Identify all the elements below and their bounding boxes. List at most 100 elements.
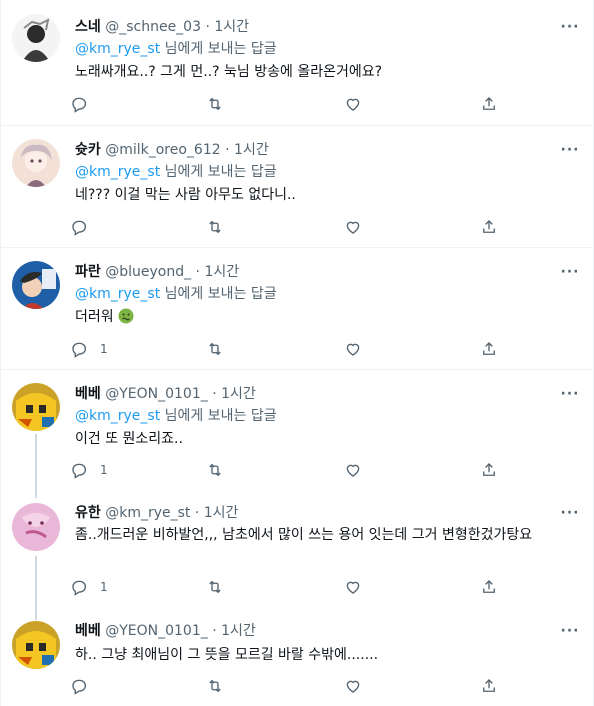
tweet-text: 이건 또 뭔소리죠.. bbox=[75, 431, 183, 447]
retweet-button[interactable] bbox=[206, 577, 224, 597]
separator-dot: · bbox=[212, 386, 217, 402]
more-icon[interactable]: ··· bbox=[560, 622, 580, 640]
retweet-button[interactable] bbox=[206, 339, 224, 359]
tweet-item[interactable]: 유한 @km_rye_st · 1시간 ··· 좀..개드러운 비하발언,,, … bbox=[0, 493, 594, 615]
share-button[interactable] bbox=[480, 577, 498, 597]
author-name[interactable]: 베베 bbox=[75, 386, 101, 402]
mention-link[interactable]: @km_rye_st bbox=[75, 408, 160, 424]
author-handle[interactable]: @km_rye_st bbox=[105, 505, 190, 521]
more-icon[interactable]: ··· bbox=[560, 141, 580, 159]
author-handle[interactable]: @blueyond_ bbox=[105, 264, 191, 280]
reply-button[interactable]: 1 bbox=[70, 460, 108, 480]
author-name[interactable]: 스네 bbox=[75, 19, 101, 35]
author-handle[interactable]: @YEON_0101_ bbox=[105, 386, 208, 402]
avatar[interactable] bbox=[12, 139, 60, 187]
avatar[interactable] bbox=[12, 383, 60, 431]
author-handle[interactable]: @_schnee_03 bbox=[105, 19, 201, 35]
timestamp[interactable]: 1시간 bbox=[221, 623, 256, 639]
separator-dot: · bbox=[194, 505, 200, 521]
reply-context-suffix: 님에게 보내는 답글 bbox=[160, 408, 277, 424]
avatar[interactable] bbox=[12, 14, 60, 62]
reply-icon bbox=[72, 580, 87, 596]
timestamp[interactable]: 1시간 bbox=[204, 505, 239, 521]
author-handle[interactable]: @milk_oreo_612 bbox=[105, 142, 220, 158]
mention-link[interactable]: @km_rye_st bbox=[75, 41, 160, 57]
reply-icon bbox=[72, 463, 87, 479]
reply-context: @km_rye_st 님에게 보내는 답글 bbox=[75, 407, 277, 425]
tweet-actions: 1 bbox=[70, 577, 510, 597]
reply-context-suffix: 님에게 보내는 답글 bbox=[160, 286, 277, 302]
tweet-actions bbox=[70, 94, 510, 114]
reply-context-suffix: 님에게 보내는 답글 bbox=[160, 164, 277, 180]
more-icon[interactable]: ··· bbox=[560, 504, 580, 522]
tweet-actions bbox=[70, 676, 510, 696]
reply-button[interactable]: 1 bbox=[70, 339, 108, 359]
like-button[interactable] bbox=[344, 94, 362, 114]
tweet-header: 파란 @blueyond_ · 1시간 bbox=[75, 263, 239, 281]
tweet-item[interactable]: 스네 @_schnee_03 · 1시간 ··· @km_rye_st 님에게 … bbox=[0, 0, 594, 126]
retweet-icon bbox=[209, 342, 221, 356]
reply-button[interactable]: 1 bbox=[70, 577, 108, 597]
like-icon bbox=[346, 680, 360, 693]
like-button[interactable] bbox=[344, 460, 362, 480]
share-button[interactable] bbox=[480, 676, 498, 696]
like-icon bbox=[346, 221, 360, 234]
timestamp[interactable]: 1시간 bbox=[234, 142, 269, 158]
share-icon bbox=[483, 463, 495, 476]
mention-link[interactable]: @km_rye_st bbox=[75, 164, 160, 180]
tweet-header: 유한 @km_rye_st · 1시간 bbox=[75, 504, 238, 522]
reply-button[interactable] bbox=[70, 94, 100, 114]
tweet-item[interactable]: 파란 @blueyond_ · 1시간 ··· @km_rye_st 님에게 보… bbox=[0, 249, 594, 370]
tweet-header: 베베 @YEON_0101_ · 1시간 bbox=[75, 385, 256, 403]
author-name[interactable]: 파란 bbox=[75, 264, 101, 280]
reply-context: @km_rye_st 님에게 보내는 답글 bbox=[75, 163, 277, 181]
retweet-icon bbox=[209, 580, 221, 594]
reply-button[interactable] bbox=[70, 217, 100, 237]
reply-context-suffix: 님에게 보내는 답글 bbox=[160, 41, 277, 57]
retweet-button[interactable] bbox=[206, 460, 224, 480]
share-button[interactable] bbox=[480, 339, 498, 359]
like-button[interactable] bbox=[344, 676, 362, 696]
avatar[interactable] bbox=[12, 261, 60, 309]
more-icon[interactable]: ··· bbox=[560, 385, 580, 403]
tweet-text: 좀..개드러운 비하발언,,, 남초에서 많이 쓰는 용어 잇는데 그거 변형한… bbox=[75, 527, 533, 543]
retweet-button[interactable] bbox=[206, 217, 224, 237]
avatar[interactable] bbox=[12, 621, 60, 669]
share-button[interactable] bbox=[480, 217, 498, 237]
share-icon bbox=[483, 220, 495, 233]
tweet-item[interactable]: 베베 @YEON_0101_ · 1시간 ··· 하.. 그냥 최애님이 그 뜻… bbox=[0, 615, 594, 706]
share-icon bbox=[483, 580, 495, 593]
share-icon bbox=[483, 679, 495, 692]
timestamp[interactable]: 1시간 bbox=[221, 386, 256, 402]
reply-icon bbox=[72, 342, 87, 358]
share-button[interactable] bbox=[480, 94, 498, 114]
tweet-header: 베베 @YEON_0101_ · 1시간 bbox=[75, 622, 256, 640]
reply-button[interactable] bbox=[70, 676, 100, 696]
like-button[interactable] bbox=[344, 339, 362, 359]
more-icon[interactable]: ··· bbox=[560, 263, 580, 281]
author-name[interactable]: 슛카 bbox=[75, 142, 101, 158]
like-button[interactable] bbox=[344, 577, 362, 597]
mention-link[interactable]: @km_rye_st bbox=[75, 286, 160, 302]
retweet-button[interactable] bbox=[206, 94, 224, 114]
tweet-text: 노래싸개요..? 그게 먼..? 눅님 방송에 올라온거에요? bbox=[75, 64, 383, 80]
avatar[interactable] bbox=[12, 503, 60, 551]
separator-dot: · bbox=[225, 142, 230, 158]
separator-dot: · bbox=[205, 19, 210, 35]
timestamp[interactable]: 1시간 bbox=[204, 264, 239, 280]
tweet-item[interactable]: 베베 @YEON_0101_ · 1시간 ··· @km_rye_st 님에게 … bbox=[0, 371, 594, 493]
timestamp[interactable]: 1시간 bbox=[214, 19, 249, 35]
more-icon[interactable]: ··· bbox=[560, 18, 580, 36]
author-name[interactable]: 유한 bbox=[75, 505, 101, 521]
retweet-icon bbox=[209, 679, 221, 693]
separator-dot: · bbox=[195, 264, 200, 280]
like-button[interactable] bbox=[344, 217, 362, 237]
retweet-button[interactable] bbox=[206, 676, 224, 696]
share-button[interactable] bbox=[480, 460, 498, 480]
tweet-item[interactable]: 슛카 @milk_oreo_612 · 1시간 ··· @km_rye_st 님… bbox=[0, 127, 594, 248]
reply-icon bbox=[72, 97, 87, 113]
author-handle[interactable]: @YEON_0101_ bbox=[105, 623, 208, 639]
tweet-text: 하.. 그냥 최애님이 그 뜻을 모르길 바랄 수밖에....... bbox=[75, 647, 379, 663]
author-name[interactable]: 베베 bbox=[75, 623, 101, 639]
tweet-text: 더러워 bbox=[75, 307, 574, 327]
